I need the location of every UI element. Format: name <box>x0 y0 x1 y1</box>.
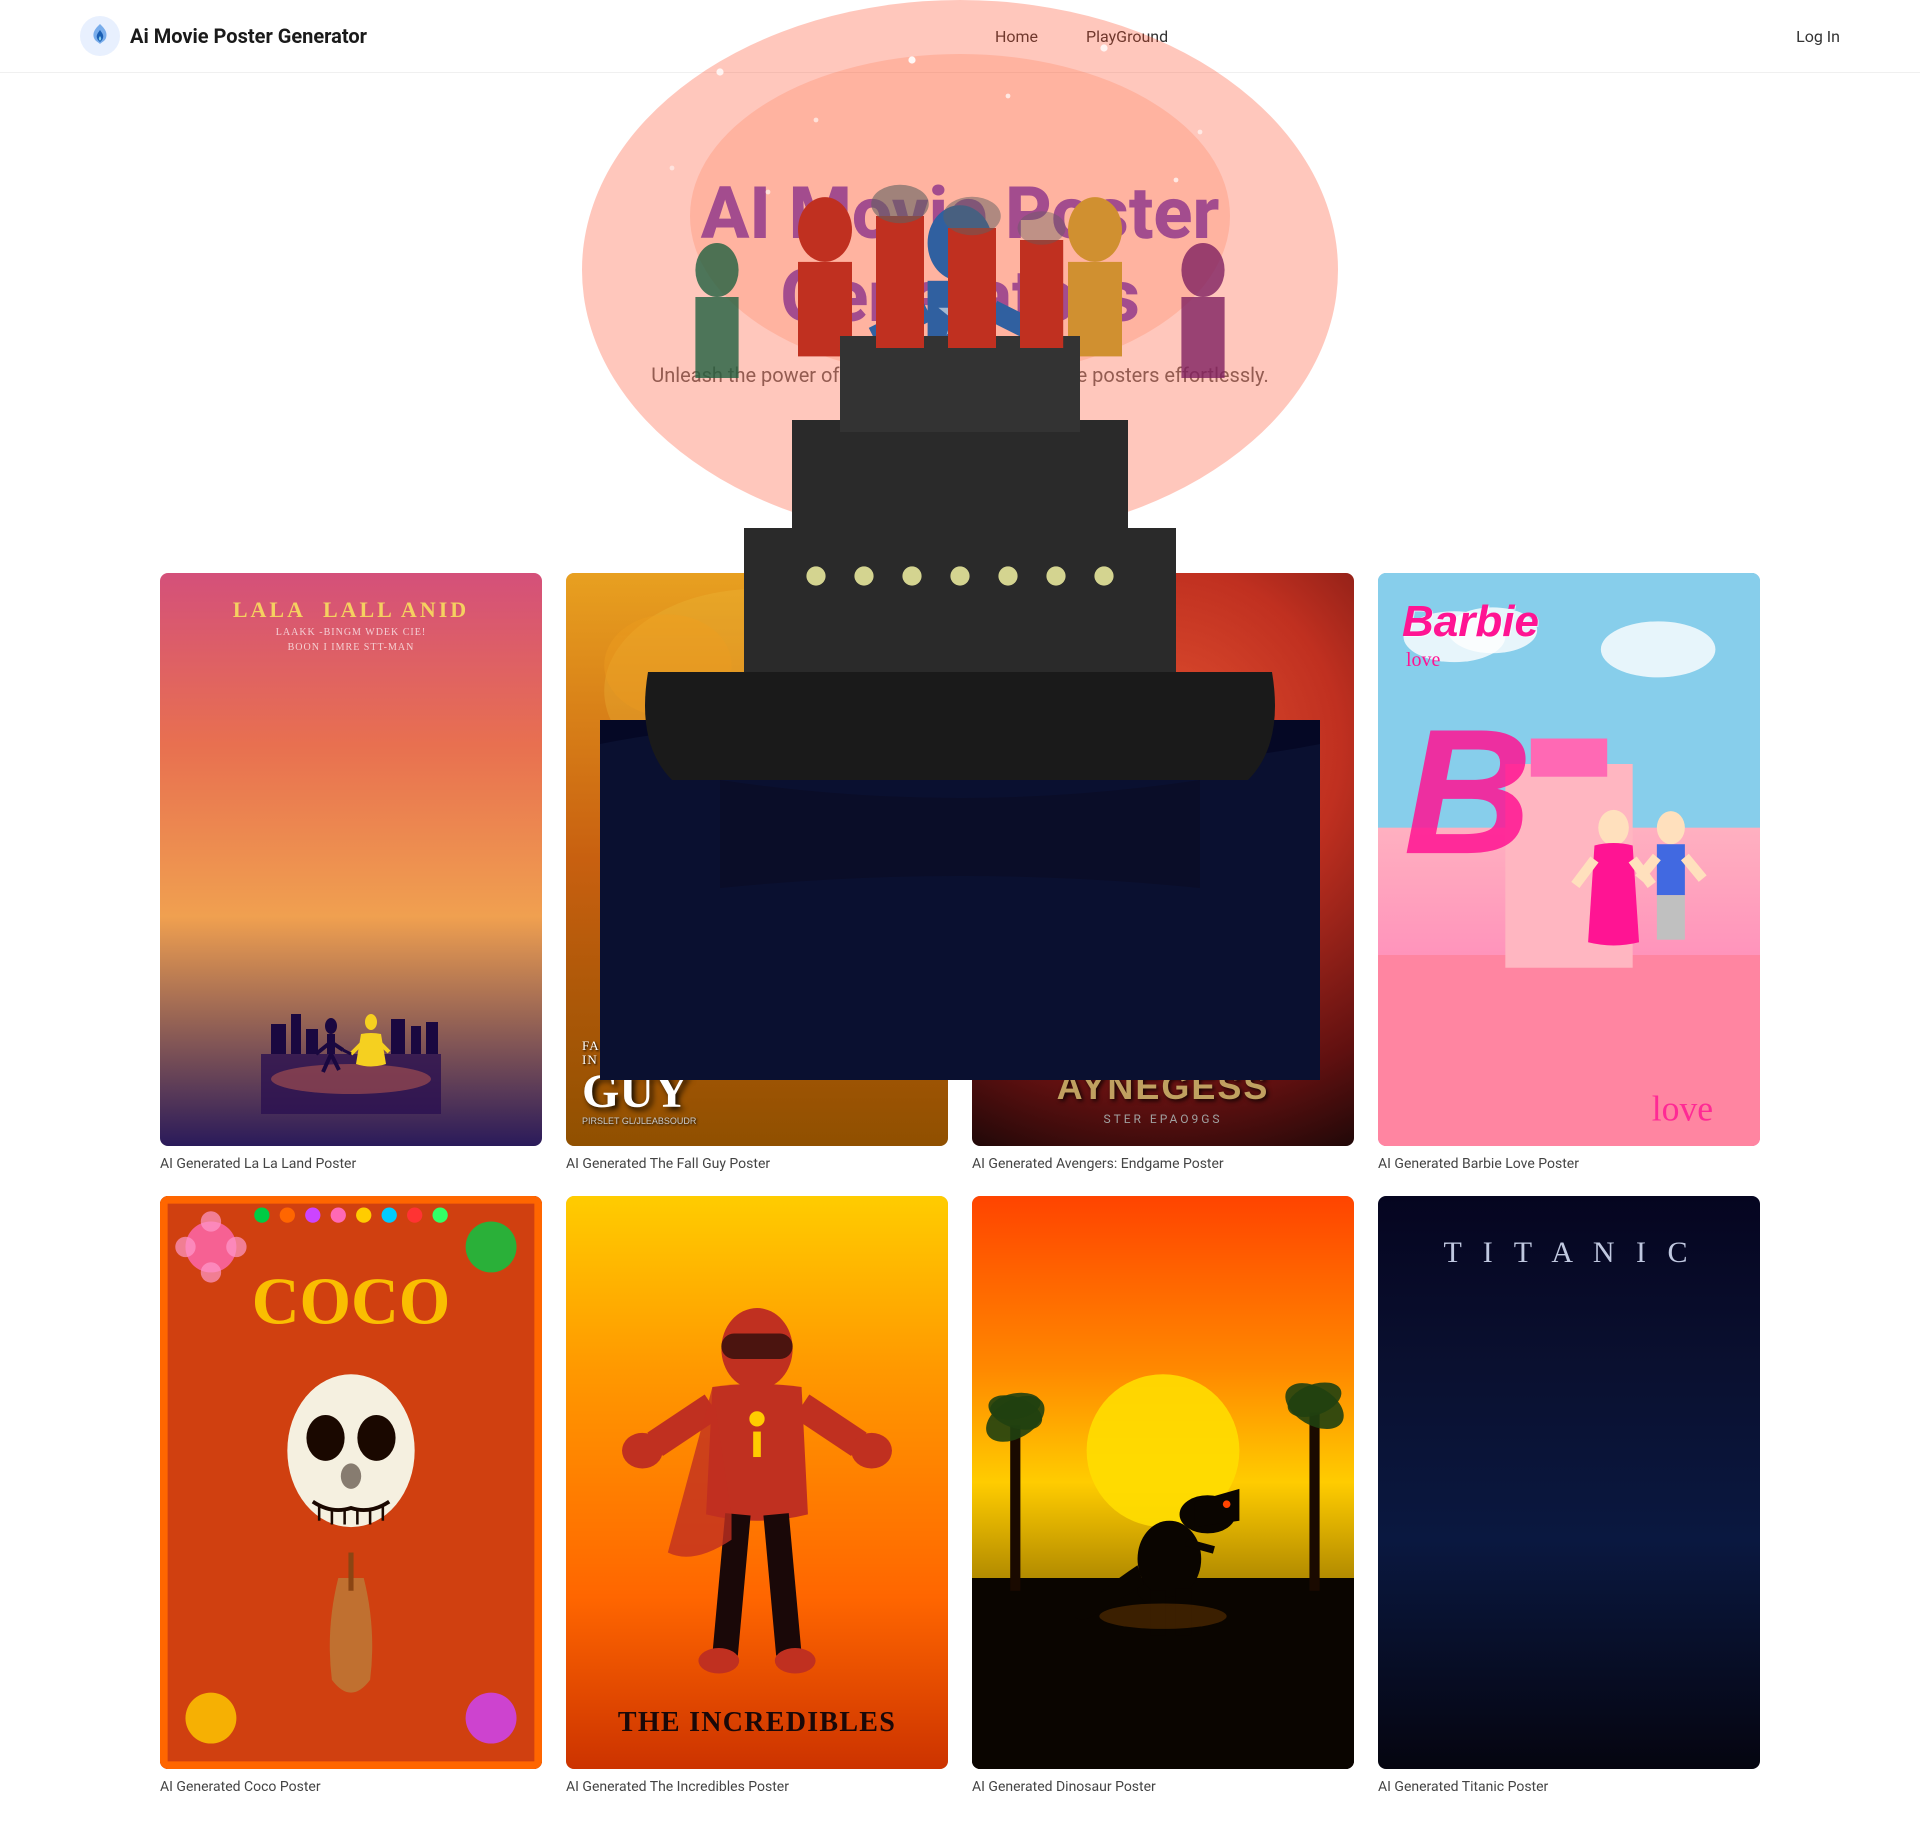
svg-text:THE INCREDIBLES: THE INCREDIBLES <box>618 1706 896 1737</box>
titanic-caption: AI Generated Titanic Poster <box>1378 1779 1760 1795</box>
barbie-caption: AI Generated Barbie Love Poster <box>1378 1156 1760 1172</box>
dinosaur-caption: AI Generated Dinosaur Poster <box>972 1779 1354 1795</box>
gallery-grid-row2: COCO AI Generated Coco Poster <box>160 1196 1760 1795</box>
lalaland-caption: AI Generated La La Land Poster <box>160 1156 542 1172</box>
titanic-title: T I T A N I C <box>1443 1236 1694 1270</box>
poster-titanic[interactable]: T I T A N I C <box>1378 1196 1760 1769</box>
incredibles-caption: AI Generated The Incredibles Poster <box>566 1779 948 1795</box>
avengers-caption: AI Generated Avengers: Endgame Poster <box>972 1156 1354 1172</box>
coco-caption: AI Generated Coco Poster <box>160 1779 542 1795</box>
barbie-logo: Barbie <box>1402 597 1539 647</box>
gallery-section: LALA LALL ANID LAAKK -BINGM WDEK CIE! BO… <box>0 533 1920 1835</box>
gallery-item-titanic: T I T A N I C AI Generated Titanic Poste… <box>1378 1196 1760 1795</box>
fallguy-caption: AI Generated The Fall Guy Poster <box>566 1156 948 1172</box>
poster-incredibles[interactable]: THE INCREDIBLES <box>566 1196 948 1769</box>
svg-text:love: love <box>1652 1088 1713 1128</box>
gallery-item-coco: COCO AI Generated Coco Poster <box>160 1196 542 1795</box>
poster-dinosaur[interactable] <box>972 1196 1354 1769</box>
gallery-item-incredibles: THE INCREDIBLES AI Generated The Incredi… <box>566 1196 948 1795</box>
svg-text:COCO: COCO <box>252 1265 451 1338</box>
avengers-subtitle: STER EPAO9GS <box>1103 1112 1222 1126</box>
poster-coco[interactable]: COCO <box>160 1196 542 1769</box>
gallery-item-dinosaur: AI Generated Dinosaur Poster <box>972 1196 1354 1795</box>
